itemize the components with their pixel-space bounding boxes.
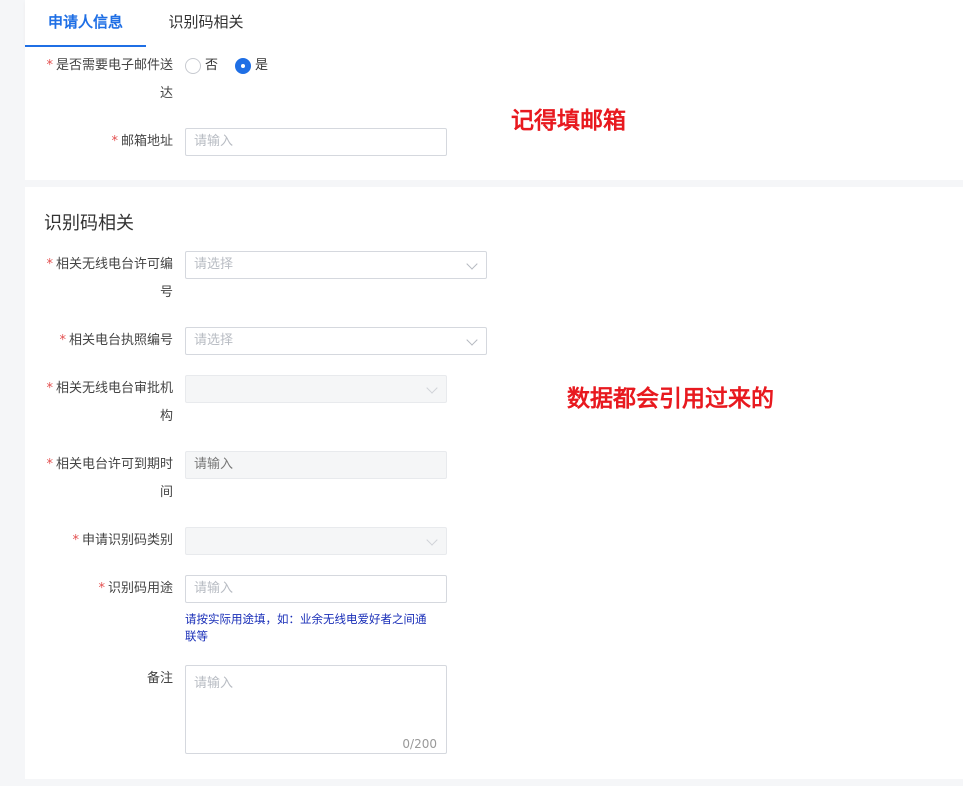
required-mark: * [46, 381, 53, 396]
station-license-no-label: * 相关电台执照编号 [59, 333, 173, 348]
radio-yes[interactable] [235, 58, 251, 74]
email-delivery-label: * 是否需要电子邮件送 达 [46, 58, 173, 101]
radio-license-no-select[interactable]: 请选择 [185, 251, 487, 279]
license-expiry-label: * 相关电台许可到期时 间 [46, 457, 173, 500]
required-mark: * [72, 533, 79, 548]
tab-bar: 申请人信息 识别码相关 [25, 0, 963, 47]
chevron-down-icon [426, 382, 438, 394]
approval-authority-select [185, 375, 447, 403]
radio-no[interactable] [185, 58, 201, 74]
required-mark: * [46, 58, 53, 73]
code-usage-label: * 识别码用途 [98, 581, 173, 596]
code-category-label: * 申请识别码类别 [72, 533, 173, 548]
required-mark: * [59, 333, 66, 348]
email-address-input[interactable]: 请输入 [185, 128, 447, 156]
tab-applicant-info[interactable]: 申请人信息 [25, 0, 146, 47]
annotation-data-referenced: 数据都会引用过来的 [567, 386, 774, 412]
code-usage-input[interactable]: 请输入 [185, 575, 447, 603]
radio-license-no-label: * 相关无线电台许可编 号 [46, 257, 173, 300]
required-mark: * [98, 581, 105, 596]
annotation-fill-email: 记得填邮箱 [511, 108, 626, 134]
chevron-down-icon [466, 258, 478, 270]
required-mark: * [46, 457, 53, 472]
code-category-select [185, 527, 447, 555]
remarks-textarea[interactable]: 请输入 0/200 [185, 665, 447, 754]
chevron-down-icon [426, 534, 438, 546]
station-license-no-select[interactable]: 请选择 [185, 327, 487, 355]
identification-section-card: 识别码相关 * 相关无线电台许可编 号 请选择 * 相关电台执照编号 请选择 * 相关… [25, 187, 963, 779]
chevron-down-icon [466, 334, 478, 346]
radio-no-label: 否 [205, 58, 219, 73]
license-expiry-input: 请输入 [185, 451, 447, 479]
email-address-label: * 邮箱地址 [111, 134, 173, 149]
code-usage-hint: 请按实际用途填，如：业余无线电爱好者之间通 联等 [185, 612, 427, 643]
radio-yes-label: 是 [255, 58, 269, 73]
email-section-card: * 是否需要电子邮件送 达 否 是 * 邮箱地址 请输入 [25, 47, 963, 180]
required-mark: * [111, 134, 118, 149]
approval-authority-label: * 相关无线电台审批机 构 [46, 381, 173, 424]
tab-identification-code[interactable]: 识别码相关 [146, 0, 266, 47]
char-counter: 0/200 [402, 737, 437, 751]
required-mark: * [46, 257, 53, 272]
remarks-label: 备注 [146, 671, 173, 686]
section-title: 识别码相关 [44, 213, 134, 234]
